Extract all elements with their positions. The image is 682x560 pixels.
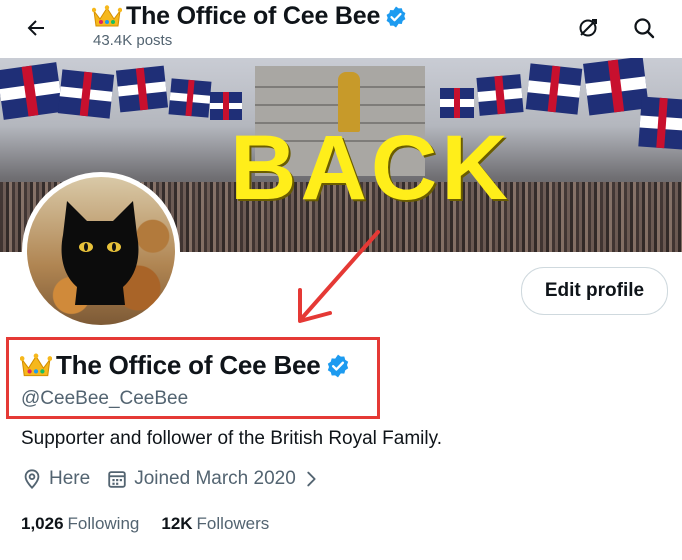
black-cat-image xyxy=(61,201,139,305)
profile-avatar[interactable] xyxy=(22,172,180,330)
avatar-photo xyxy=(27,177,175,325)
